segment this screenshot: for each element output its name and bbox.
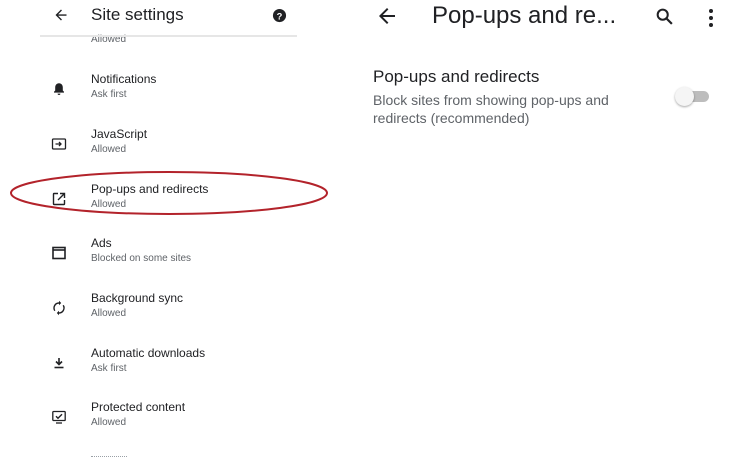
settings-item-javascript[interactable]: JavaScript Allowed bbox=[0, 127, 310, 181]
page-title: Site settings bbox=[91, 5, 184, 24]
settings-item-pop-ups-and-redirects[interactable]: Pop-ups and redirects Allowed bbox=[0, 182, 310, 236]
bell-icon bbox=[54, 83, 64, 95]
settings-item-title: Automatic downloads bbox=[91, 346, 206, 360]
download-icon bbox=[54, 358, 64, 369]
toggle-thumb bbox=[675, 87, 694, 106]
settings-item-subtitle: Allowed bbox=[91, 308, 127, 319]
pop-ups-setting-row[interactable]: Pop-ups and redirects Block sites from s… bbox=[373, 64, 723, 134]
arrow-back-icon[interactable] bbox=[50, 4, 72, 26]
pop-ups-toggle[interactable] bbox=[673, 86, 713, 106]
open-in-new-icon bbox=[52, 192, 66, 206]
settings-item-title: Protected content bbox=[91, 400, 186, 414]
more-vert-icon[interactable] bbox=[705, 6, 717, 30]
help-icon[interactable]: ? bbox=[272, 8, 287, 23]
settings-item-automatic-downloads[interactable]: Automatic downloads Ask first bbox=[0, 346, 310, 400]
ads-icon bbox=[52, 246, 66, 260]
search-icon[interactable] bbox=[654, 6, 676, 28]
arrow-back-icon[interactable] bbox=[375, 4, 399, 28]
site-settings-panel: Allowed Site settings ? Notifications As… bbox=[0, 0, 310, 466]
settings-item-title: Background sync bbox=[91, 291, 184, 305]
settings-item-background-sync[interactable]: Background sync Allowed bbox=[0, 291, 310, 345]
partial-next-item bbox=[91, 456, 127, 461]
settings-item-protected-content[interactable]: Protected content Allowed bbox=[0, 400, 310, 454]
settings-item-title: Pop-ups and redirects bbox=[91, 182, 209, 196]
header-divider bbox=[40, 35, 297, 37]
settings-item-title: JavaScript bbox=[91, 127, 148, 141]
settings-item-subtitle: Blocked on some sites bbox=[91, 253, 192, 264]
site-settings-header: Site settings ? bbox=[0, 0, 310, 34]
page-title: Pop-ups and re... bbox=[432, 2, 617, 29]
settings-item-subtitle: Allowed bbox=[91, 199, 127, 210]
settings-item-subtitle: Allowed bbox=[91, 417, 127, 428]
settings-item-subtitle: Ask first bbox=[91, 363, 127, 374]
javascript-icon bbox=[51, 138, 67, 150]
setting-title: Pop-ups and redirects bbox=[373, 67, 540, 86]
settings-item-ads[interactable]: Ads Blocked on some sites bbox=[0, 236, 310, 290]
settings-item-subtitle: Allowed bbox=[91, 144, 127, 155]
settings-item-subtitle: Ask first bbox=[91, 89, 127, 100]
protected-content-icon bbox=[52, 410, 66, 424]
pop-ups-settings-panel: Pop-ups and re... Pop-ups and redirects … bbox=[355, 0, 738, 466]
setting-description: Block sites from showing pop-ups and red… bbox=[373, 92, 609, 126]
settings-item-title: Ads bbox=[91, 236, 112, 250]
settings-item-notifications[interactable]: Notifications Ask first bbox=[0, 72, 310, 126]
settings-item-title: Notifications bbox=[91, 72, 157, 86]
svg-text:?: ? bbox=[277, 11, 283, 21]
sync-icon bbox=[53, 300, 65, 316]
